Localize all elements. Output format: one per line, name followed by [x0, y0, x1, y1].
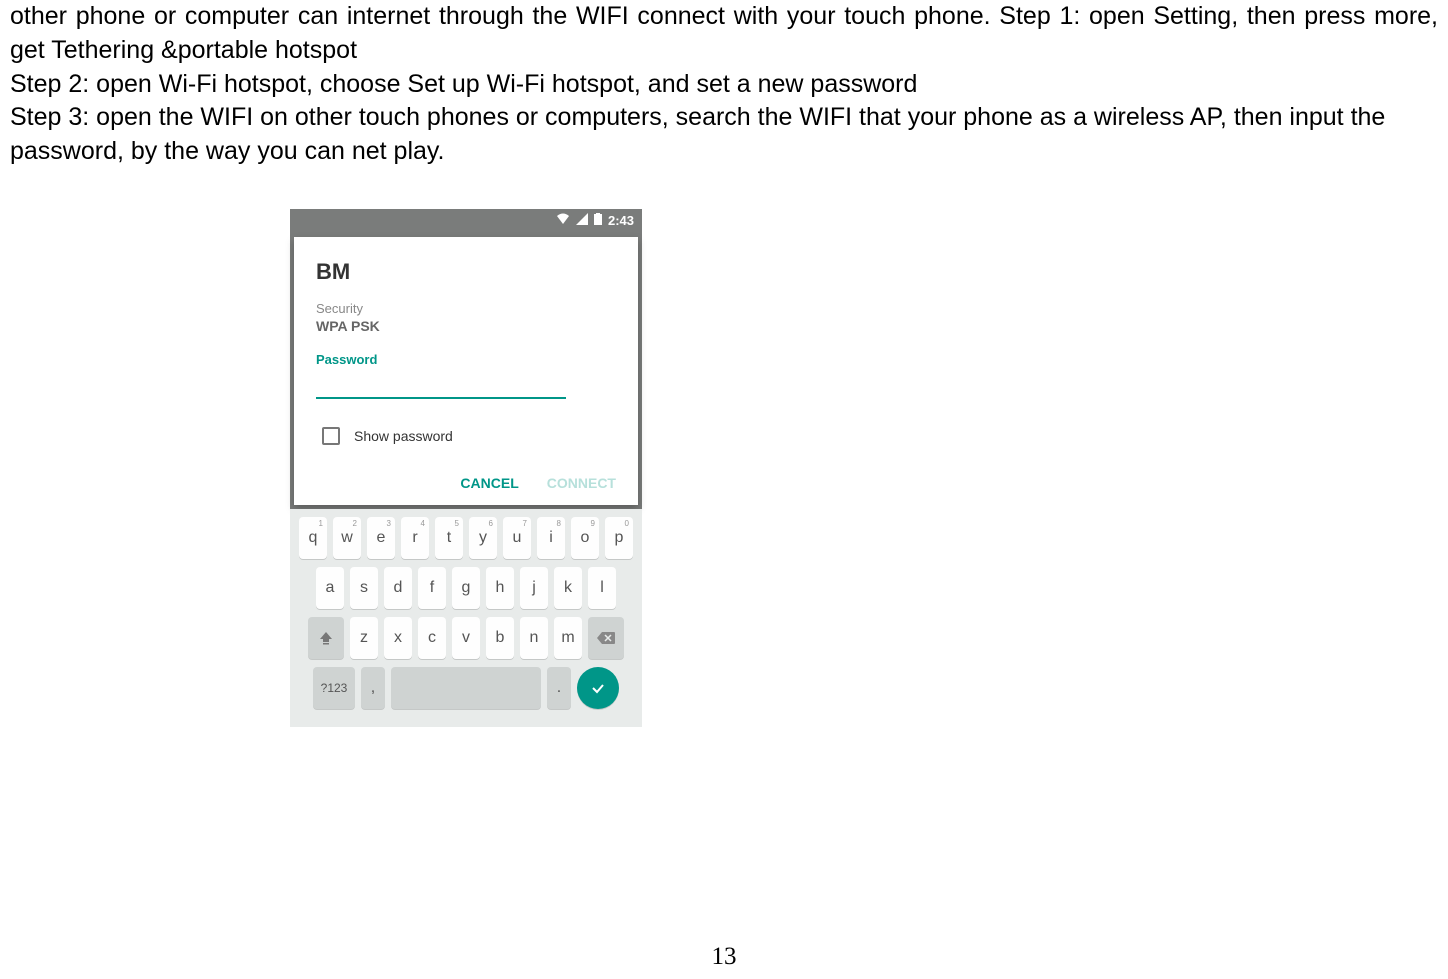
shift-key[interactable]	[308, 617, 344, 659]
security-value: WPA PSK	[316, 318, 616, 334]
key-v[interactable]: v	[452, 617, 480, 659]
key-c[interactable]: c	[418, 617, 446, 659]
enter-key[interactable]	[577, 667, 619, 709]
key-l[interactable]: l	[588, 567, 616, 609]
key-t[interactable]: t5	[435, 517, 463, 559]
spacebar-key[interactable]	[391, 667, 541, 709]
doc-paragraph-2: Step 2: open Wi-Fi hotspot, choose Set u…	[10, 68, 1438, 102]
key-j[interactable]: j	[520, 567, 548, 609]
period-key[interactable]: .	[547, 667, 571, 709]
key-s[interactable]: s	[350, 567, 378, 609]
key-a[interactable]: a	[316, 567, 344, 609]
key-f[interactable]: f	[418, 567, 446, 609]
connect-button[interactable]: CONNECT	[547, 475, 616, 491]
page-number: 13	[0, 943, 1448, 971]
password-label: Password	[316, 352, 616, 367]
key-i[interactable]: i8	[537, 517, 565, 559]
key-r[interactable]: r4	[401, 517, 429, 559]
key-n[interactable]: n	[520, 617, 548, 659]
wifi-icon	[556, 213, 570, 228]
show-password-label: Show password	[354, 428, 453, 444]
key-k[interactable]: k	[554, 567, 582, 609]
key-o[interactable]: o9	[571, 517, 599, 559]
battery-icon	[594, 213, 602, 228]
cancel-button[interactable]: CANCEL	[460, 475, 518, 491]
phone-screenshot: 2:43 BM Security WPA PSK Password Show p…	[290, 209, 642, 727]
key-h[interactable]: h	[486, 567, 514, 609]
key-z[interactable]: z	[350, 617, 378, 659]
backspace-key[interactable]	[588, 617, 624, 659]
security-label: Security	[316, 301, 616, 316]
comma-key[interactable]: ,	[361, 667, 385, 709]
symbols-key[interactable]: ?123	[313, 667, 355, 709]
key-m[interactable]: m	[554, 617, 582, 659]
status-bar: 2:43	[290, 209, 642, 233]
key-b[interactable]: b	[486, 617, 514, 659]
signal-icon	[576, 213, 588, 228]
key-p[interactable]: p0	[605, 517, 633, 559]
wifi-connect-dialog: BM Security WPA PSK Password Show passwo…	[294, 237, 638, 505]
doc-paragraph-3: Step 3: open the WIFI on other touch pho…	[10, 101, 1438, 169]
key-u[interactable]: u7	[503, 517, 531, 559]
on-screen-keyboard: q1w2e3r4t5y6u7i8o9p0 asdfghjkl zxcvbnm ?…	[290, 509, 642, 727]
key-q[interactable]: q1	[299, 517, 327, 559]
key-x[interactable]: x	[384, 617, 412, 659]
doc-paragraph-1: other phone or computer can internet thr…	[10, 0, 1438, 68]
dialog-title: BM	[316, 259, 616, 285]
key-w[interactable]: w2	[333, 517, 361, 559]
key-e[interactable]: e3	[367, 517, 395, 559]
password-input[interactable]	[316, 369, 566, 399]
key-y[interactable]: y6	[469, 517, 497, 559]
status-time: 2:43	[608, 213, 634, 228]
show-password-checkbox[interactable]	[322, 427, 340, 445]
key-g[interactable]: g	[452, 567, 480, 609]
key-d[interactable]: d	[384, 567, 412, 609]
